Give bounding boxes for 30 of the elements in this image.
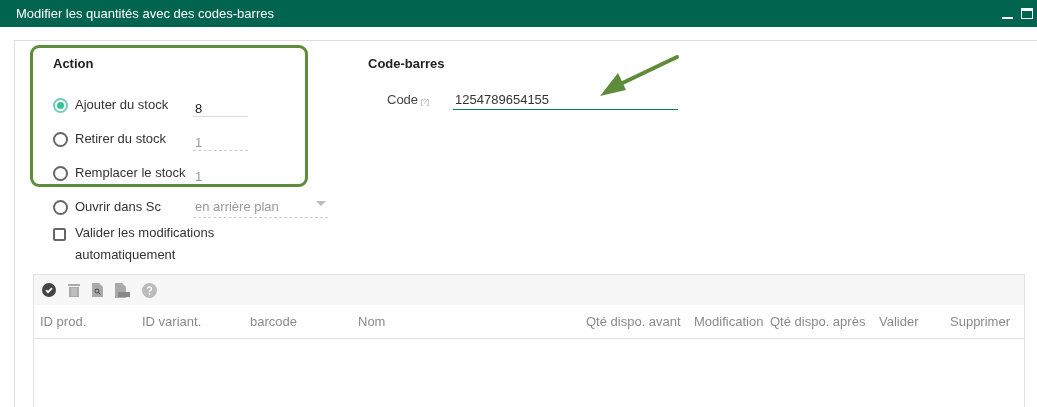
column-header[interactable]: Valider xyxy=(879,313,919,329)
radio-button[interactable] xyxy=(53,131,68,147)
column-header[interactable]: Supprimer xyxy=(950,313,1010,329)
file-search-icon[interactable] xyxy=(92,283,103,297)
radio-label: Retirer du stock xyxy=(75,130,168,149)
field-label: Code xyxy=(387,91,419,109)
column-header[interactable]: Qté dispo. avant xyxy=(586,313,681,329)
radio-button[interactable] xyxy=(53,97,68,113)
column-header[interactable]: barcode xyxy=(250,313,297,329)
minimize-icon[interactable] xyxy=(1002,16,1013,19)
column-header[interactable]: Modification xyxy=(694,313,764,329)
radio-button[interactable] xyxy=(53,199,68,215)
window-title: Modifier les quantités avec des codes-barres xyxy=(16,4,274,23)
column-header[interactable]: ID variant. xyxy=(142,313,202,329)
column-header[interactable]: Qté dispo. après xyxy=(770,313,866,329)
section-heading: Code-barres xyxy=(368,55,446,73)
radio-button[interactable] xyxy=(53,165,68,181)
checkbox[interactable] xyxy=(53,228,66,241)
confirm-icon[interactable] xyxy=(42,283,56,297)
quantity-field[interactable]: 8 xyxy=(193,93,248,117)
column-header[interactable]: ID prod. xyxy=(40,313,87,329)
caret-icon xyxy=(316,201,326,206)
radio-label: Ajouter du stock xyxy=(75,96,170,115)
radio-label: Remplacer le stock xyxy=(75,164,187,183)
maximize-icon[interactable] xyxy=(1021,8,1033,19)
checkbox-label: Valider les modifications automatiquement xyxy=(75,224,216,264)
radio-label: Ouvrir dans Sc xyxy=(75,198,162,217)
column-header[interactable]: Nom xyxy=(358,313,386,329)
section-heading: Action xyxy=(53,55,95,72)
csv-file-icon[interactable] xyxy=(115,282,130,298)
